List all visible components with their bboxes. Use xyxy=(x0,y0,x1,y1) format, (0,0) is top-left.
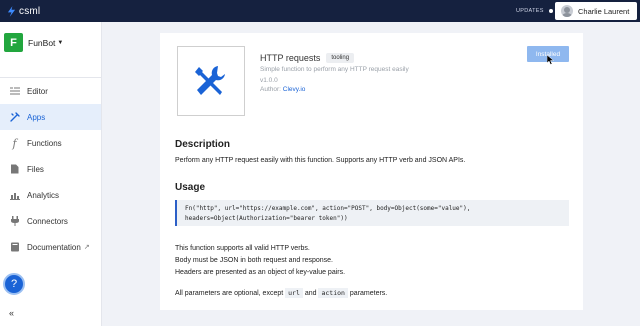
note-line: This function supports all valid HTTP ve… xyxy=(175,245,310,252)
sidebar-item-label: Documentation xyxy=(27,242,81,252)
logo-text: csml xyxy=(19,5,41,17)
documentation-icon xyxy=(9,242,20,253)
user-menu[interactable]: Charlie Laurent xyxy=(555,2,637,20)
note-line: Body must be JSON in both request and re… xyxy=(175,257,333,264)
usage-heading: Usage xyxy=(175,182,206,193)
bot-selector[interactable]: F FunBot ▼ xyxy=(4,33,63,52)
avatar xyxy=(561,5,573,17)
apps-icon xyxy=(9,112,20,123)
app-thumbnail xyxy=(177,46,245,116)
caret-down-icon: ▼ xyxy=(57,39,64,46)
code-line: headers=Object(Authorization="bearer tok… xyxy=(185,215,348,222)
sidebar-item-apps[interactable]: Apps xyxy=(0,104,101,130)
sidebar-item-label: Editor xyxy=(27,86,48,96)
sidebar-item-functions[interactable]: f Functions xyxy=(0,130,101,156)
external-link-icon: ↗ xyxy=(83,244,90,251)
sidebar-item-label: Files xyxy=(27,164,44,174)
sidebar-item-label: Functions xyxy=(27,138,62,148)
tag-badge: tooling xyxy=(326,53,355,63)
functions-icon: f xyxy=(12,136,17,150)
app-short-description: Simple function to perform any HTTP requ… xyxy=(260,66,409,73)
collapse-sidebar-button[interactable]: « xyxy=(9,308,14,318)
sidebar-item-connectors[interactable]: Connectors xyxy=(0,208,101,234)
sidebar-item-label: Connectors xyxy=(27,216,68,226)
updates-button[interactable]: UPDATES xyxy=(516,0,553,22)
usage-code-block: Fn("http", url="https://example.com", ac… xyxy=(175,200,569,226)
author-label: Author: xyxy=(260,86,281,93)
bot-badge: F xyxy=(4,33,23,52)
sidebar-item-label: Analytics xyxy=(27,190,60,200)
tools-icon xyxy=(195,66,225,95)
params-and: and xyxy=(304,290,317,297)
sidebar-item-analytics[interactable]: Analytics xyxy=(0,182,101,208)
sidebar-item-label: Apps xyxy=(27,112,46,122)
note-line: Headers are presented as an object of ke… xyxy=(175,269,346,276)
files-icon xyxy=(9,164,20,175)
params-suffix: parameters. xyxy=(349,290,388,297)
sidebar-item-documentation[interactable]: Documentation ↗ xyxy=(0,234,101,260)
sidebar-item-files[interactable]: Files xyxy=(0,156,101,182)
app-version: v1.0.0 xyxy=(260,77,278,84)
params-prefix: All parameters are optional, except xyxy=(175,290,284,297)
user-name: Charlie Laurent xyxy=(578,6,630,16)
bot-name: FunBot xyxy=(28,37,56,48)
param-url: url xyxy=(285,288,303,298)
app-detail-card: HTTP requests tooling Simple function to… xyxy=(160,33,583,310)
connectors-icon xyxy=(9,216,20,227)
top-bar: csml UPDATES Charlie Laurent xyxy=(0,0,640,22)
param-action: action xyxy=(318,288,348,298)
sidebar-item-editor[interactable]: Editor xyxy=(0,78,101,104)
logo-icon xyxy=(7,5,16,17)
code-line: Fn("http", url="https://example.com", ac… xyxy=(185,205,471,212)
updates-label: UPDATES xyxy=(516,8,544,14)
mouse-cursor-icon xyxy=(547,55,555,65)
analytics-icon xyxy=(9,190,20,201)
app-author: Author: Clevy.io xyxy=(260,86,305,93)
app-title: HTTP requests xyxy=(260,53,321,63)
sidebar: F FunBot ▼ Editor Apps f Functions Files… xyxy=(0,22,102,326)
logo[interactable]: csml xyxy=(7,6,40,17)
editor-icon xyxy=(9,86,20,97)
description-heading: Description xyxy=(175,139,231,150)
author-link[interactable]: Clevy.io xyxy=(283,86,306,93)
updates-dot-icon xyxy=(548,9,553,13)
app-title-row: HTTP requests tooling xyxy=(260,53,355,63)
description-text: Perform any HTTP request easily with thi… xyxy=(175,157,466,164)
params-note: All parameters are optional, except url … xyxy=(175,288,388,298)
help-button[interactable]: ? xyxy=(3,273,25,295)
